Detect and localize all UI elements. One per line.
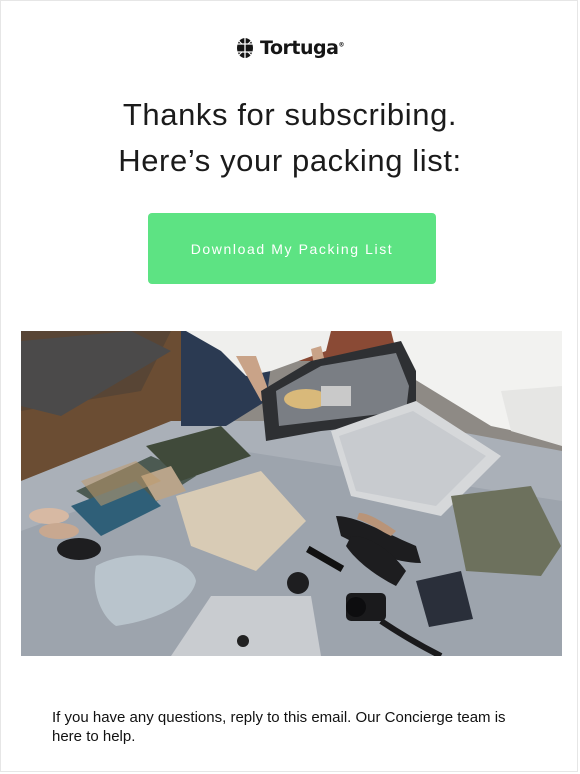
brand-name: Tortuga® xyxy=(260,37,344,59)
download-packing-list-button[interactable]: Download My Packing List xyxy=(148,213,436,284)
packing-photo xyxy=(21,331,562,656)
headline-line-2: Here’s your packing list: xyxy=(118,143,462,178)
support-message: If you have any questions, reply to this… xyxy=(52,709,506,745)
email-body: Tortuga® Thanks for subscribing. Here’s … xyxy=(0,0,578,772)
packing-photo-illustration xyxy=(21,331,562,656)
headline-line-1: Thanks for subscribing. xyxy=(122,97,458,132)
brand-logo[interactable]: Tortuga® xyxy=(1,37,579,59)
turtle-shell-icon xyxy=(237,38,254,58)
